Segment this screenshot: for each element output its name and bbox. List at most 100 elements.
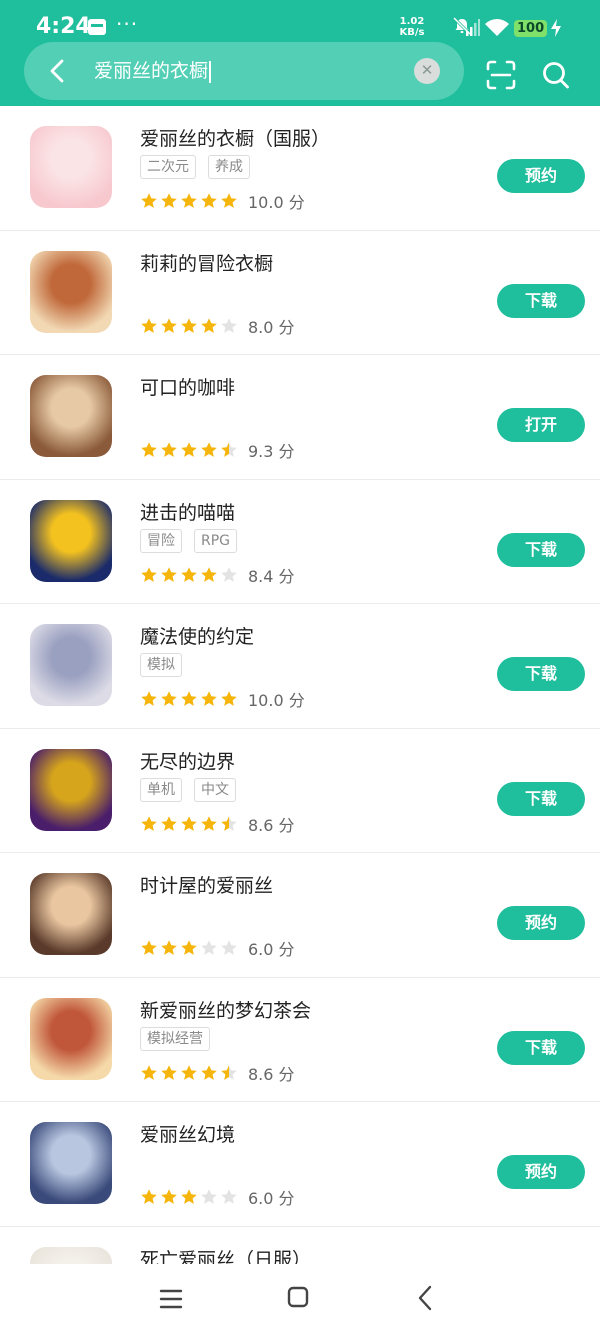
result-row[interactable]: 新爱丽丝的梦幻茶会 模拟经营 8.6 分 下载 — [0, 978, 600, 1102]
app-icon[interactable] — [30, 499, 112, 582]
app-action-button[interactable]: 预约 — [497, 159, 585, 193]
result-row[interactable]: 时计屋的爱丽丝 6.0 分 预约 — [0, 853, 600, 978]
app-action-button[interactable]: 下载 — [497, 657, 585, 691]
star-icon — [200, 192, 218, 210]
app-name[interactable]: 爱丽丝的衣橱（国服） — [140, 124, 330, 151]
app-action-button[interactable]: 下载 — [497, 532, 585, 567]
rating-score: 10.0 分 — [248, 691, 305, 710]
star-icon — [220, 317, 238, 335]
star-icon — [160, 441, 178, 459]
app-name[interactable]: 死亡爱丽丝（日服） — [140, 1245, 311, 1265]
tag-list: 模拟 — [140, 653, 194, 677]
result-row[interactable]: 死亡爱丽丝（日服） — [0, 1227, 600, 1265]
app-icon[interactable] — [30, 126, 112, 208]
home-icon[interactable] — [287, 1286, 309, 1308]
star-icon — [220, 815, 238, 833]
star-icon — [200, 317, 218, 335]
result-row[interactable]: 可口的咖啡 9.3 分 打开 — [0, 355, 600, 480]
tag: 养成 — [208, 155, 250, 179]
tag: 模拟 — [140, 653, 182, 677]
rating-score: 8.0 分 — [248, 317, 295, 337]
search-icon[interactable] — [542, 60, 570, 90]
rating-score: 10.0 分 — [248, 193, 305, 212]
app-icon[interactable] — [30, 250, 112, 333]
search-input[interactable]: 爱丽丝的衣橱 — [94, 56, 212, 86]
cell-signal-icon — [466, 19, 480, 36]
app-action-button[interactable]: 打开 — [497, 408, 585, 442]
app-name[interactable]: 无尽的边界 — [140, 747, 235, 774]
app-action-button[interactable]: 预约 — [497, 1155, 585, 1189]
rating: 9.3 分 — [140, 438, 295, 462]
app-name[interactable]: 可口的咖啡 — [140, 373, 235, 400]
result-row[interactable]: 爱丽丝的衣橱（国服） 二次元 养成 10.0 分 预约 — [0, 106, 600, 231]
status-bar: 4:24 ··· 1.02 KB/s 100 — [0, 0, 600, 40]
app-name[interactable]: 新爱丽丝的梦幻茶会 — [140, 996, 311, 1023]
star-icon — [140, 815, 158, 833]
result-row[interactable]: 魔法使的约定 模拟 10.0 分 下载 — [0, 604, 600, 729]
star-icon — [160, 566, 178, 584]
app-icon[interactable] — [30, 1246, 112, 1264]
star-icon — [140, 317, 158, 335]
rating-score: 8.6 分 — [248, 815, 295, 835]
app-action-button[interactable]: 预约 — [497, 906, 585, 940]
star-icon — [220, 566, 238, 584]
star-icon — [140, 1064, 158, 1082]
result-row[interactable]: 进击的喵喵冒险 RPG 8.4 分 下载 — [0, 480, 600, 604]
star-icon — [200, 690, 218, 708]
star-icon — [140, 939, 158, 957]
star-icon — [160, 317, 178, 335]
app-icon[interactable] — [30, 873, 112, 955]
recent-apps-icon[interactable] — [159, 1288, 183, 1310]
result-row[interactable]: 爱丽丝幻境 6.0 分 预约 — [0, 1102, 600, 1227]
battery-indicator: 100 — [514, 20, 548, 37]
rating-score: 9.3 分 — [248, 442, 295, 461]
app-name[interactable]: 进击的喵喵 — [140, 498, 235, 525]
star-icon — [180, 192, 198, 210]
tag-list: 冒险 RPG — [140, 528, 249, 553]
star-icon — [200, 1188, 218, 1206]
back-arrow-icon[interactable] — [46, 58, 70, 84]
app-name[interactable]: 时计屋的爱丽丝 — [140, 871, 273, 898]
clear-search-icon[interactable]: ✕ — [414, 58, 440, 84]
star-icon — [140, 566, 158, 584]
result-row[interactable]: 莉莉的冒险衣橱 8.0 分 下载 — [0, 231, 600, 355]
tag-list: 模拟经营 — [140, 1026, 222, 1051]
star-icon — [200, 815, 218, 833]
app-action-button[interactable]: 下载 — [497, 1030, 585, 1065]
app-icon[interactable] — [30, 997, 112, 1080]
star-icon — [180, 1064, 198, 1082]
app-name[interactable]: 莉莉的冒险衣橱 — [140, 249, 273, 276]
app-icon[interactable] — [30, 624, 112, 706]
app-name[interactable]: 爱丽丝幻境 — [140, 1120, 235, 1147]
scan-icon[interactable] — [486, 60, 516, 90]
rating-score: 8.4 分 — [248, 566, 295, 586]
tag: RPG — [194, 528, 238, 553]
network-speed: 1.02 KB/s — [399, 16, 425, 38]
tag-list: 二次元 养成 — [140, 155, 262, 179]
star-icon — [160, 1188, 178, 1206]
star-icon — [220, 1188, 238, 1206]
search-bar[interactable]: 爱丽丝的衣橱 ✕ — [24, 42, 464, 100]
tag: 单机 — [140, 777, 182, 802]
result-row[interactable]: 无尽的边界单机 中文 8.6 分 下载 — [0, 729, 600, 853]
rating: 8.6 分 — [140, 1061, 295, 1085]
star-icon — [220, 939, 238, 957]
star-icon — [140, 1188, 158, 1206]
star-icon — [200, 939, 218, 957]
app-action-button[interactable]: 下载 — [497, 781, 585, 816]
star-icon — [140, 192, 158, 210]
star-icon — [180, 815, 198, 833]
app-icon[interactable] — [30, 748, 112, 831]
star-icon — [220, 690, 238, 708]
tag-list: 单机 中文 — [140, 777, 248, 802]
app-icon[interactable] — [30, 1122, 112, 1204]
star-icon — [180, 566, 198, 584]
app-icon[interactable] — [30, 375, 112, 457]
tag: 冒险 — [140, 528, 182, 553]
more-notifications-icon: ··· — [116, 12, 139, 36]
app-name[interactable]: 魔法使的约定 — [140, 622, 254, 649]
app-action-button[interactable]: 下载 — [497, 283, 585, 318]
system-back-icon[interactable] — [416, 1284, 434, 1312]
rating-score: 8.6 分 — [248, 1064, 295, 1084]
star-icon — [220, 441, 238, 459]
